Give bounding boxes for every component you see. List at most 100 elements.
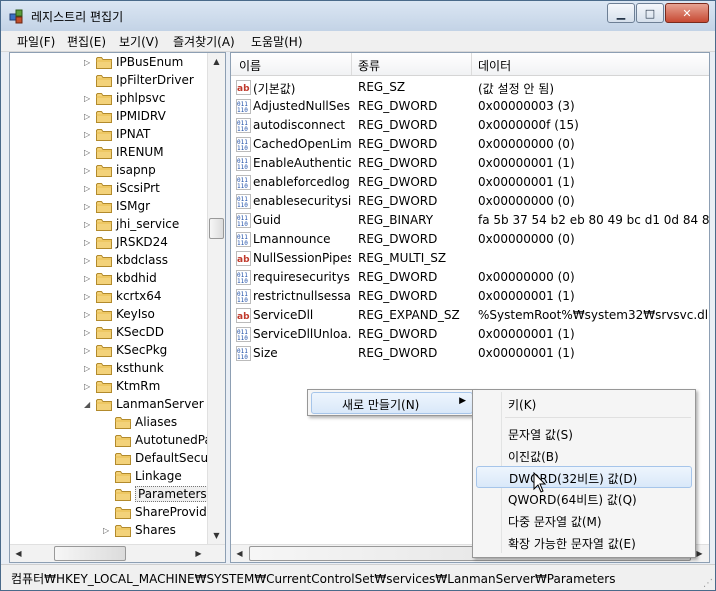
close-button[interactable]: ✕ xyxy=(665,3,709,23)
submenu-item-dword-value[interactable]: DWORD(32비트) 값(D) xyxy=(476,466,692,488)
binary-value-icon: 011 110 xyxy=(236,175,251,190)
expand-arrow-icon[interactable]: ▷ xyxy=(103,526,111,535)
table-row[interactable]: 011 110 autodisconnect REG_DWORD 0x0000000f … xyxy=(231,116,709,135)
tree-item[interactable]: ▷ kcrtx64 xyxy=(84,287,162,305)
table-row[interactable]: 011 110 Lmannounce REG_DWORD 0x00000000 (0) xyxy=(231,230,709,249)
menu-view[interactable]: 보기(V) xyxy=(117,33,161,50)
tree-item[interactable]: Linkage xyxy=(103,467,182,485)
status-path: 컴퓨터₩HKEY_LOCAL_MACHINE₩SYSTEM₩CurrentCon… xyxy=(11,572,616,586)
scroll-up-icon[interactable]: ▲ xyxy=(208,53,225,70)
expand-arrow-icon[interactable]: ▷ xyxy=(84,292,92,301)
tree-item[interactable]: ▷ Shares xyxy=(103,521,176,539)
table-row[interactable]: 011 110 AdjustedNullSes... REG_DWORD 0x00000… xyxy=(231,97,709,116)
tree-item[interactable]: ▷ IPBusEnum xyxy=(84,53,183,71)
title-bar[interactable]: 레지스트리 편집기 ▁ □ ✕ xyxy=(1,1,715,31)
tree-hscroll-thumb[interactable] xyxy=(54,546,126,561)
expand-arrow-icon[interactable]: ▷ xyxy=(84,364,92,373)
submenu-item-qword-value[interactable]: QWORD(64비트) 값(Q) xyxy=(476,488,690,508)
submenu-item-multi-string-value[interactable]: 다중 문자열 값(M) xyxy=(476,510,690,530)
submenu-item-binary-value[interactable]: 이진값(B) xyxy=(476,445,690,465)
expand-arrow-icon[interactable]: ▷ xyxy=(84,94,92,103)
string-value-icon: ab xyxy=(236,308,251,323)
table-row[interactable]: ab ServiceDll REG_EXPAND_SZ %SystemRoot%₩sy… xyxy=(231,306,709,325)
tree-item[interactable]: ▷ iScsiPrt xyxy=(84,179,160,197)
table-row[interactable]: ab NullSessionPipes REG_MULTI_SZ xyxy=(231,249,709,268)
tree-item[interactable]: IpFilterDriver xyxy=(84,71,194,89)
expand-arrow-icon[interactable]: ▷ xyxy=(84,130,92,139)
tree-item[interactable]: ▷ ksthunk xyxy=(84,359,164,377)
tree-item[interactable]: ▷ IPNAT xyxy=(84,125,150,143)
column-header-type[interactable]: 종류 xyxy=(358,57,380,74)
expand-arrow-icon[interactable]: ▷ xyxy=(84,256,92,265)
table-row[interactable]: 011110EnableAuthentic... REG_DWORD 0x00000… xyxy=(231,154,709,173)
tree-item[interactable]: Aliases xyxy=(103,413,177,431)
value-data: 0x00000001 (1) xyxy=(478,156,575,170)
expand-arrow-icon[interactable]: ▷ xyxy=(84,310,92,319)
column-divider[interactable] xyxy=(351,53,352,75)
table-row[interactable]: 011110enablesecuritysi... REG_DWORD 0x0000… xyxy=(231,192,709,211)
key-tree-pane[interactable]: ▷ IPBusEnum IpFilterDriver ▷ iphlpsvc ▷ IPMIDR… xyxy=(9,52,226,563)
tree-item[interactable]: ▷ KeyIso xyxy=(84,305,155,323)
table-row[interactable]: 011 110 ServiceDllUnloa... REG_DWORD 0x00000… xyxy=(231,325,709,344)
column-divider[interactable] xyxy=(471,53,472,75)
tree-vertical-scrollbar[interactable]: ▲ ▼ xyxy=(207,53,225,544)
tree-item[interactable]: ◢ LanmanServer xyxy=(84,395,204,413)
menu-item-new[interactable]: 새로 만들기(N) ▶ xyxy=(311,392,473,414)
expand-arrow-icon[interactable]: ▷ xyxy=(84,184,92,193)
minimize-button[interactable]: ▁ xyxy=(607,3,635,23)
column-header-data[interactable]: 데이터 xyxy=(478,57,511,74)
scroll-left-icon[interactable]: ◀ xyxy=(10,545,27,562)
tree-item[interactable]: ▷ KSecDD xyxy=(84,323,164,341)
expand-arrow-icon[interactable]: ▷ xyxy=(84,58,92,67)
folder-icon xyxy=(96,380,112,393)
svg-text:110: 110 xyxy=(237,278,248,285)
table-row[interactable]: 011 110 Guid REG_BINARY fa 5b 37 54 b2 eb 80… xyxy=(231,211,709,230)
expand-arrow-icon[interactable]: ▷ xyxy=(84,202,92,211)
tree-item[interactable]: ▷ kbdhid xyxy=(84,269,157,287)
expand-arrow-icon[interactable]: ▷ xyxy=(84,220,92,229)
expand-arrow-icon[interactable]: ▷ xyxy=(84,382,92,391)
tree-item[interactable]: ▷ IRENUM xyxy=(84,143,164,161)
scroll-left-icon[interactable]: ◀ xyxy=(231,545,248,562)
expand-arrow-icon[interactable]: ▷ xyxy=(84,166,92,175)
expand-arrow-icon[interactable]: ▷ xyxy=(84,274,92,283)
maximize-button[interactable]: □ xyxy=(636,3,664,23)
table-row[interactable]: 011 110 enableforcedlog... REG_DWORD 0x00000… xyxy=(231,173,709,192)
expand-arrow-icon[interactable]: ▷ xyxy=(84,148,92,157)
tree-item[interactable]: AutotunedPara xyxy=(103,431,224,449)
tree-item[interactable]: ▷ IPMIDRV xyxy=(84,107,166,125)
menu-edit[interactable]: 편집(E) xyxy=(65,33,108,50)
expand-arrow-icon[interactable]: ▷ xyxy=(84,112,92,121)
expand-arrow-icon[interactable]: ▷ xyxy=(84,328,92,337)
tree-item[interactable]: ▷ ISMgr xyxy=(84,197,150,215)
tree-vscroll-thumb[interactable] xyxy=(209,218,224,239)
resize-grip-icon[interactable]: ⋰ xyxy=(703,578,713,589)
tree-item[interactable]: Parameters xyxy=(103,485,210,503)
submenu-item-expandable-string-value[interactable]: 확장 가능한 문자열 값(E) xyxy=(476,532,690,552)
table-row[interactable]: 011 110 Size REG_DWORD 0x00000001 (1) xyxy=(231,344,709,363)
tree-item[interactable]: ▷ JRSKD24 xyxy=(84,233,168,251)
collapse-arrow-icon[interactable]: ◢ xyxy=(84,400,92,409)
table-row[interactable]: 011110restrictnullsessa... REG_DWORD 0x000… xyxy=(231,287,709,306)
tree-item[interactable]: ▷ iphlpsvc xyxy=(84,89,165,107)
menu-favorites[interactable]: 즐겨찾기(A) xyxy=(171,33,237,50)
tree-item[interactable]: ▷ isapnp xyxy=(84,161,156,179)
scroll-down-icon[interactable]: ▼ xyxy=(208,527,225,544)
svg-text:110: 110 xyxy=(237,297,248,304)
tree-item[interactable]: ▷ kbdclass xyxy=(84,251,168,269)
menu-help[interactable]: 도움말(H) xyxy=(249,33,305,50)
menu-file[interactable]: 파일(F) xyxy=(15,33,57,50)
scroll-right-icon[interactable]: ▶ xyxy=(190,545,207,562)
tree-item[interactable]: ▷ KSecPkg xyxy=(84,341,167,359)
expand-arrow-icon[interactable]: ▷ xyxy=(84,346,92,355)
table-row[interactable]: 011110requiresecuritysi... REG_DWORD 0x000… xyxy=(231,268,709,287)
column-header-name[interactable]: 이름 xyxy=(239,57,261,74)
submenu-item-key[interactable]: 키(K) xyxy=(476,393,690,413)
expand-arrow-icon[interactable]: ▷ xyxy=(84,238,92,247)
tree-item[interactable]: ▷ jhi_service xyxy=(84,215,179,233)
tree-horizontal-scrollbar[interactable]: ◀ ▶ xyxy=(10,544,225,562)
submenu-item-string-value[interactable]: 문자열 값(S) xyxy=(476,423,690,443)
tree-item[interactable]: ▷ KtmRm xyxy=(84,377,160,395)
table-row[interactable]: 011 110 CachedOpenLimit REG_DWORD 0x00000000… xyxy=(231,135,709,154)
table-row[interactable]: ab (기본값) REG_SZ (값 설정 안 됨) xyxy=(231,78,709,97)
